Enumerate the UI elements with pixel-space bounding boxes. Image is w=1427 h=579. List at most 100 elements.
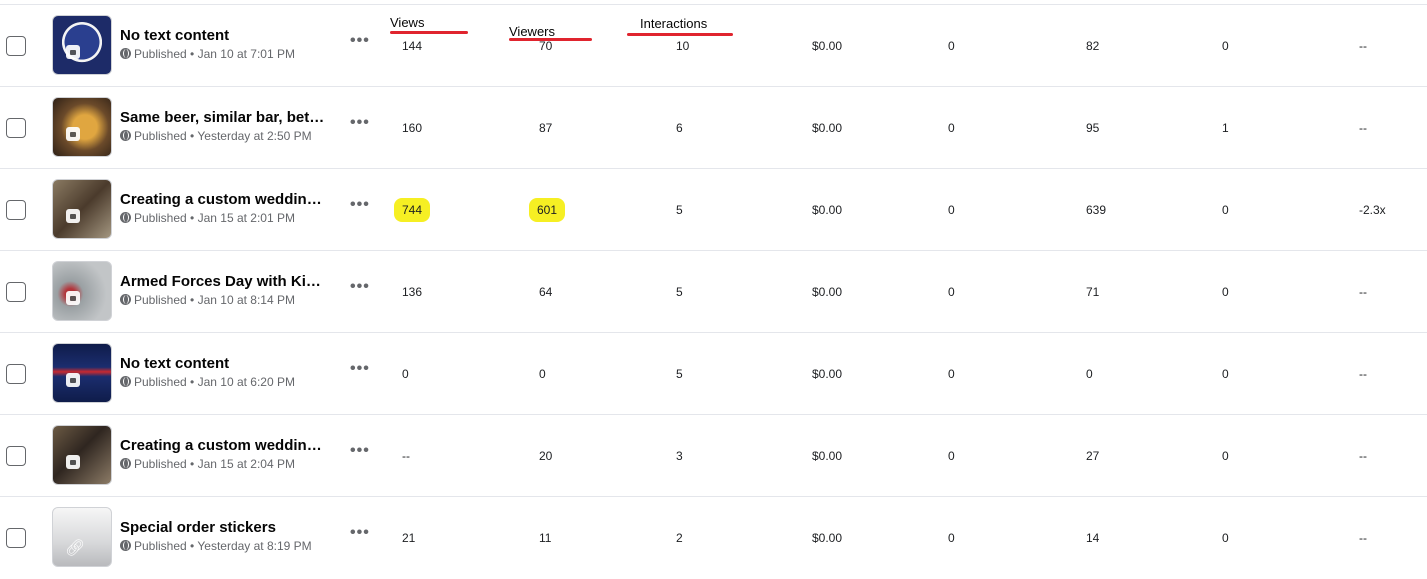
- link-icon: 🔗︎: [65, 540, 86, 557]
- post-title[interactable]: Creating a custom wedding ...: [120, 191, 326, 208]
- row-checkbox[interactable]: [6, 282, 26, 302]
- post-title[interactable]: Same beer, similar bar, bette...: [120, 109, 326, 126]
- table-row[interactable]: Creating a custom wedding ... Published …: [0, 169, 1427, 251]
- col6-value: 27: [1086, 449, 1100, 463]
- row-checkbox[interactable]: [6, 118, 26, 138]
- globe-icon: [120, 48, 131, 59]
- post-date: Jan 15 at 2:04 PM: [197, 457, 295, 471]
- post-status: Published: [134, 211, 187, 225]
- row-checkbox[interactable]: [6, 200, 26, 220]
- interactions-value: 5: [676, 203, 683, 217]
- spend-value: $0.00: [812, 203, 843, 217]
- more-options-icon[interactable]: •••: [350, 114, 370, 132]
- col7-value: 0: [1222, 285, 1229, 299]
- table-row[interactable]: Armed Forces Day with King... Published …: [0, 251, 1427, 333]
- post-date: Yesterday at 8:19 PM: [197, 539, 312, 553]
- col7-value: 0: [1222, 367, 1229, 381]
- thumbnail[interactable]: [52, 343, 112, 403]
- row-checkbox[interactable]: [6, 364, 26, 384]
- col5-value: 0: [948, 121, 955, 135]
- photo-type-icon: [66, 455, 80, 469]
- more-options-icon[interactable]: •••: [350, 442, 370, 460]
- row-checkbox[interactable]: [6, 36, 26, 56]
- post-meta: Published • Jan 15 at 2:04 PM: [120, 457, 295, 471]
- more-options-icon[interactable]: •••: [350, 278, 370, 296]
- col6-value: 71: [1086, 285, 1100, 299]
- video-type-icon: [66, 209, 80, 223]
- more-options-icon[interactable]: •••: [350, 524, 370, 542]
- post-date: Jan 15 at 2:01 PM: [197, 211, 295, 225]
- col5-value: 0: [948, 531, 955, 545]
- interactions-value: 5: [676, 367, 683, 381]
- thumbnail[interactable]: [52, 97, 112, 157]
- more-options-icon[interactable]: •••: [350, 360, 370, 378]
- spend-value: $0.00: [812, 39, 843, 53]
- thumbnail[interactable]: [52, 425, 112, 485]
- post-meta: Published • Jan 10 at 7:01 PM: [120, 47, 295, 61]
- viewers-value: 87: [539, 121, 553, 135]
- content-table: No text content Published • Jan 10 at 7:…: [0, 5, 1427, 578]
- post-date: Jan 10 at 7:01 PM: [197, 47, 295, 61]
- post-status: Published: [134, 375, 187, 389]
- col8-value: --: [1359, 449, 1367, 463]
- views-value: --: [402, 449, 410, 463]
- col6-value: 14: [1086, 531, 1100, 545]
- photo-type-icon: [66, 373, 80, 387]
- interactions-value: 10: [676, 39, 690, 53]
- viewers-value: 0: [539, 367, 546, 381]
- col7-value: 1: [1222, 121, 1229, 135]
- post-title[interactable]: Armed Forces Day with King...: [120, 273, 326, 290]
- row-checkbox[interactable]: [6, 528, 26, 548]
- globe-icon: [120, 130, 131, 141]
- interactions-value: 6: [676, 121, 683, 135]
- views-value: 0: [402, 367, 409, 381]
- post-meta: Published • Yesterday at 8:19 PM: [120, 539, 312, 553]
- thumbnail[interactable]: [52, 261, 112, 321]
- post-title[interactable]: No text content: [120, 355, 229, 372]
- spend-value: $0.00: [812, 367, 843, 381]
- viewers-value: 20: [539, 449, 553, 463]
- col6-value: 639: [1086, 203, 1107, 217]
- thumbnail[interactable]: [52, 15, 112, 75]
- table-row[interactable]: 🔗︎ Special order stickers Published • Ye…: [0, 497, 1427, 578]
- thumbnail[interactable]: 🔗︎: [52, 507, 112, 567]
- col8-value: --: [1359, 285, 1367, 299]
- col8-value: --: [1359, 367, 1367, 381]
- col7-value: 0: [1222, 203, 1229, 217]
- viewers-value-highlighted: 601: [529, 198, 566, 222]
- post-date: Jan 10 at 8:14 PM: [197, 293, 295, 307]
- viewers-value: 70: [539, 39, 553, 53]
- globe-icon: [120, 458, 131, 469]
- col5-value: 0: [948, 39, 955, 53]
- photo-type-icon: [66, 291, 80, 305]
- post-title[interactable]: Creating a custom wedding ...: [120, 437, 326, 454]
- table-row[interactable]: Same beer, similar bar, bette... Publish…: [0, 87, 1427, 169]
- col5-value: 0: [948, 285, 955, 299]
- post-title[interactable]: No text content: [120, 27, 229, 44]
- col5-value: 0: [948, 367, 955, 381]
- globe-icon: [120, 294, 131, 305]
- thumbnail[interactable]: [52, 179, 112, 239]
- post-date: Jan 10 at 6:20 PM: [197, 375, 295, 389]
- row-checkbox[interactable]: [6, 446, 26, 466]
- table-row[interactable]: Creating a custom wedding ... Published …: [0, 415, 1427, 497]
- col6-value: 82: [1086, 39, 1100, 53]
- table-row[interactable]: No text content Published • Jan 10 at 7:…: [0, 5, 1427, 87]
- col5-value: 0: [948, 203, 955, 217]
- post-meta: Published • Jan 10 at 8:14 PM: [120, 293, 295, 307]
- views-value-highlighted: 744: [394, 198, 431, 222]
- post-meta: Published • Yesterday at 2:50 PM: [120, 129, 312, 143]
- col6-value: 95: [1086, 121, 1100, 135]
- more-options-icon[interactable]: •••: [350, 196, 370, 214]
- col8-value: --: [1359, 121, 1367, 135]
- col8-value: -2.3x: [1359, 203, 1386, 217]
- interactions-value: 5: [676, 285, 683, 299]
- globe-icon: [120, 212, 131, 223]
- col8-value: --: [1359, 39, 1367, 53]
- table-row[interactable]: No text content Published • Jan 10 at 6:…: [0, 333, 1427, 415]
- post-title[interactable]: Special order stickers: [120, 519, 276, 536]
- post-meta: Published • Jan 15 at 2:01 PM: [120, 211, 295, 225]
- interactions-value: 3: [676, 449, 683, 463]
- more-options-icon[interactable]: •••: [350, 32, 370, 50]
- col7-value: 0: [1222, 39, 1229, 53]
